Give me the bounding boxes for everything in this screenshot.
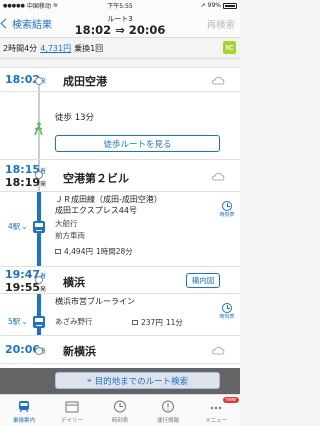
station-name[interactable]: 新横浜 [63, 343, 96, 359]
nav-bar: 検索結果 ルート3 18:02 ⇒ 20:06 再検索 [0, 11, 240, 38]
clock-icon [222, 201, 232, 211]
divider [0, 335, 240, 336]
station-marker [35, 171, 43, 179]
divider [0, 266, 240, 267]
tab-transfer[interactable]: 乗換案内 [0, 395, 48, 426]
stops-count[interactable]: 5駅 ⌄ [8, 316, 28, 327]
tab-bar: 乗換案内 デイリー 時刻表 運行情報 メニュー new [0, 394, 240, 426]
destination: 大船行 [55, 219, 78, 228]
fare-link[interactable]: 4,731円 [40, 43, 71, 54]
tab-menu[interactable]: メニュー new [192, 395, 240, 426]
destination-route-search-button[interactable]: ⌖ 目的地までのルート検索 [55, 372, 220, 389]
fare: 4,494円 [64, 247, 93, 256]
line-name[interactable]: ＪＲ成田線（成田-成田空港） [55, 194, 162, 205]
tab-service-info[interactable]: 運行情報 [144, 395, 192, 426]
cloud-icon [212, 347, 225, 355]
tab-label: 時刻表 [111, 418, 129, 424]
tab-label: 運行情報 [156, 418, 179, 424]
time: 18:19 [5, 176, 41, 189]
time-suffix: 発 [40, 181, 47, 188]
status-bar: ●●●●● 中国移动 ≋ 下午5:55 ➚ 99% [0, 0, 240, 11]
calendar-icon [65, 401, 79, 413]
route-time: 18:02 ⇒ 20:06 [74, 23, 166, 37]
walk-duration: 徒歩 13分 [55, 113, 95, 123]
station-name[interactable]: 横浜 [63, 274, 85, 290]
divider [0, 191, 240, 192]
alert-icon [162, 400, 174, 413]
new-badge: new [222, 397, 239, 403]
station-map-button[interactable]: 構内図 [186, 273, 220, 288]
tab-label: デイリー [60, 418, 83, 424]
destination: あざみ野行 [55, 317, 93, 326]
train-name: 成田エクスプレス44号 [55, 206, 137, 215]
divider [0, 293, 240, 294]
divider [0, 159, 240, 160]
station-marker [35, 347, 43, 355]
divider [0, 363, 240, 364]
chevron-down-icon: ⌄ [21, 317, 28, 326]
stops-count[interactable]: 4駅 ⌄ [8, 221, 28, 232]
tab-label: メニュー [204, 418, 227, 424]
segment-duration: 1時間28分 [95, 247, 133, 256]
route-summary: 2時間4分 4,731円 乗換1回 IC [0, 38, 240, 59]
ic-badge: IC [223, 41, 236, 54]
stops-label: 4駅 [8, 222, 21, 231]
cloud-icon [212, 173, 225, 181]
segment-duration: 11分 [165, 318, 183, 327]
time-suffix: 発 [40, 286, 47, 293]
station-name[interactable]: 空港第２ビル [63, 170, 129, 186]
station-marker [35, 77, 43, 85]
tab-timetable[interactable]: 時刻表 [96, 395, 144, 426]
research-button[interactable]: 再検索 [206, 17, 235, 31]
route-detail: 18:02発 成田空港 徒歩 13分 徒歩ルートを見る 18:15着 18:19… [0, 67, 240, 394]
battery-icon [223, 2, 237, 9]
duration: 2時間4分 [3, 43, 38, 53]
segment-fare: 4,494円 1時間28分 [55, 246, 133, 257]
car-position: 前方車両 [55, 231, 85, 240]
walk-icon [34, 122, 43, 136]
destination-search-banner: ⌖ 目的地までのルート検索 [0, 368, 240, 394]
tab-label: 乗換案内 [12, 418, 35, 424]
timetable-button[interactable]: 時刻表 [219, 303, 235, 320]
clock-tab-icon [114, 400, 126, 413]
clock: 下午5:55 [107, 3, 133, 10]
walk-route-button[interactable]: 徒歩ルートを見る [55, 135, 220, 152]
pin-icon: ⌖ [86, 375, 92, 386]
timetable-label: 時刻表 [219, 314, 235, 320]
divider [0, 67, 240, 68]
train-icon [33, 316, 45, 328]
timetable-label: 時刻表 [219, 212, 235, 218]
fare-icon [132, 320, 138, 325]
timetable-button[interactable]: 時刻表 [219, 201, 235, 218]
divider [0, 91, 240, 92]
banner-label: 目的地までのルート検索 [94, 376, 189, 387]
train-tab-icon [19, 401, 29, 413]
segment-fare: 237円 11分 [132, 317, 183, 328]
train-icon [33, 221, 45, 233]
clock-icon [222, 303, 232, 313]
cloud-icon [212, 77, 225, 85]
line-name[interactable]: 横浜市営ブルーライン [55, 296, 135, 307]
menu-icon [210, 406, 222, 410]
station-name[interactable]: 成田空港 [63, 73, 107, 89]
chevron-down-icon: ⌄ [21, 222, 28, 231]
fare-icon [55, 249, 61, 254]
station-marker [35, 276, 43, 284]
tab-daily[interactable]: デイリー [48, 395, 96, 426]
fare: 237円 [141, 318, 163, 327]
stops-label: 5駅 [8, 317, 21, 326]
transfers: 乗換1回 [74, 43, 104, 53]
rail-segment-2 [37, 293, 41, 335]
